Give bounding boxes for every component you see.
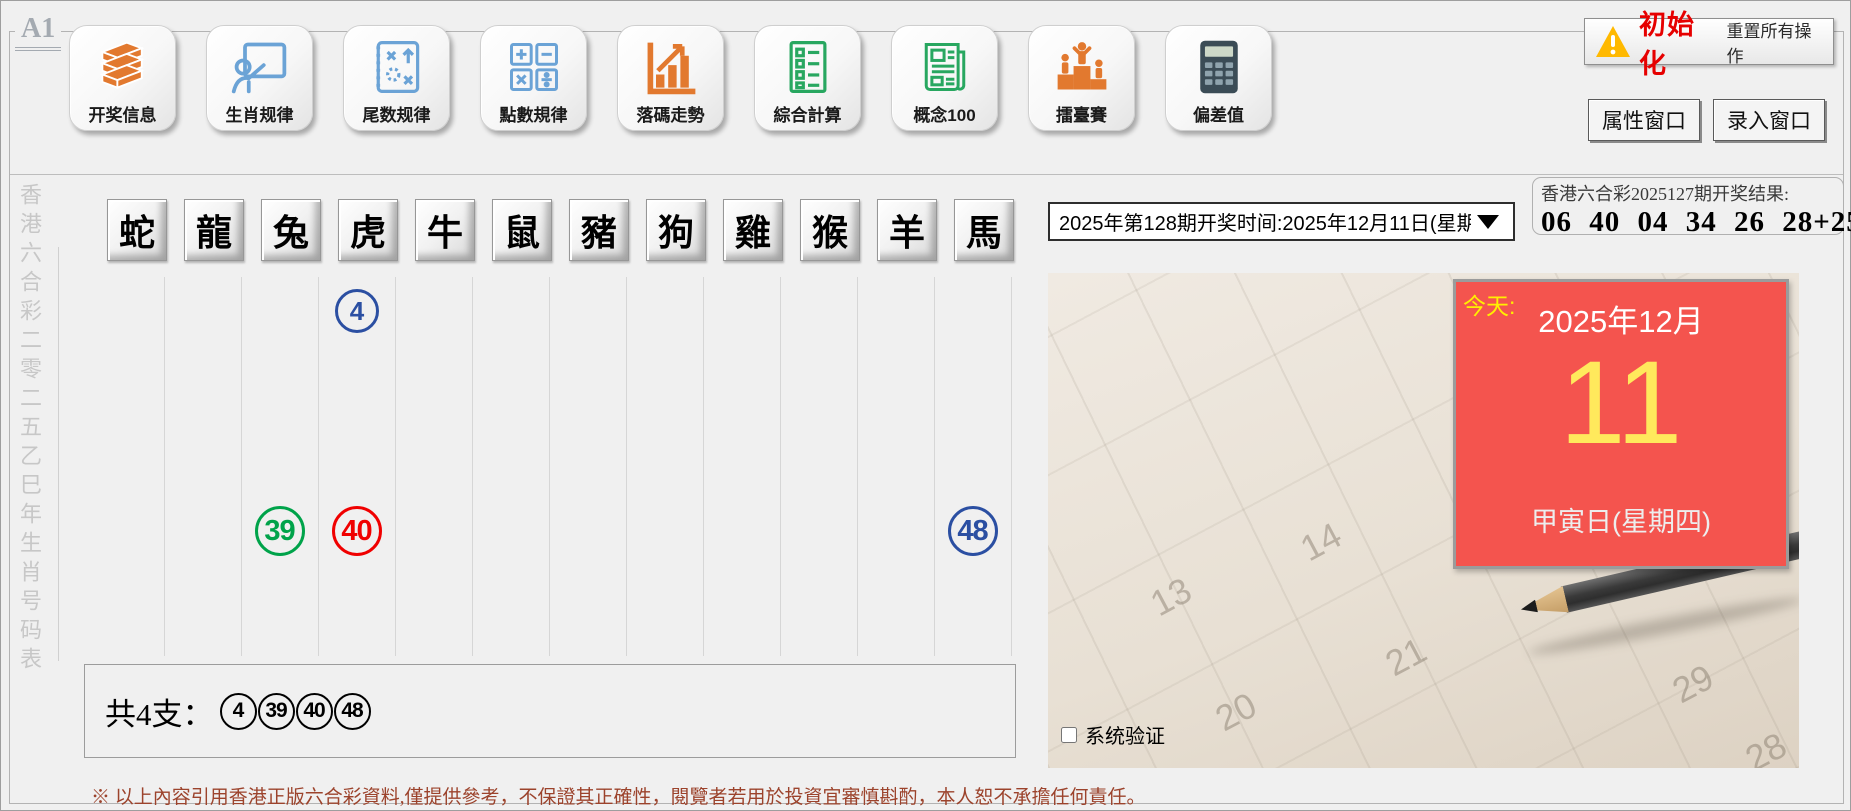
zodiac-button-monkey[interactable]: 猴 <box>800 199 860 261</box>
grid-mark-3: 48 <box>947 506 998 556</box>
calendar-faint-number: 21 <box>1378 629 1434 685</box>
initialize-button[interactable]: 初始化 重置所有操作 <box>1584 10 1834 79</box>
toolbar-button-label: 开奖信息 <box>88 106 157 125</box>
toolbar-button-zodiac-rules[interactable]: 生肖规律 <box>206 25 313 131</box>
toolbar-button-label: 點數規律 <box>499 106 568 125</box>
zodiac-button-ox[interactable]: 牛 <box>415 199 475 261</box>
strategy-icon <box>365 35 429 99</box>
latest-result-box: 香港六合彩2025127期开奖结果: 06 40 04 34 26 28+25 <box>1532 177 1851 238</box>
today-calendar-card: 今天: 2025年12月 11 甲寅日(星期四) <box>1453 279 1789 569</box>
disclaimer-text: ※ 以上內容引用香港正版六合彩資料,僅提供參考，不保證其正確性，閱覽者若用於投資… <box>91 787 1146 808</box>
toolbar-button-tail-rules[interactable]: 尾数规律 <box>343 25 450 131</box>
entry-window-button[interactable]: 录入窗口 <box>1713 99 1825 141</box>
zodiac-button-goat[interactable]: 羊 <box>877 199 937 261</box>
zodiac-button-rat[interactable]: 鼠 <box>492 199 552 261</box>
calendar-faint-number: 13 <box>1143 569 1199 625</box>
latest-result-numbers: 06 40 04 34 26 28+25 <box>1541 206 1851 238</box>
toolbar-separator <box>10 174 1843 175</box>
checklist-icon <box>776 35 840 99</box>
zodiac-button-rooster[interactable]: 雞 <box>723 199 783 261</box>
newspaper-icon <box>913 35 977 99</box>
toolbar-button-label: 綜合計算 <box>773 106 842 125</box>
toolbar-button-points-rules[interactable]: 點數規律 <box>480 25 587 131</box>
math-operations-icon <box>502 35 566 99</box>
property-window-button[interactable]: 属性窗口 <box>1588 99 1700 141</box>
calendar-faint-number: 28 <box>1738 724 1794 768</box>
calendar-faint-number: 29 <box>1665 656 1721 712</box>
content-left-border <box>58 247 59 661</box>
summary-number: 40 <box>295 692 333 730</box>
summary-number: 39 <box>257 692 295 730</box>
summary-number: 48 <box>333 692 371 730</box>
zodiac-button-rabbit[interactable]: 兔 <box>261 199 321 261</box>
calendar-faint-number: 14 <box>1293 514 1349 570</box>
latest-result-title: 香港六合彩2025127期开奖结果: <box>1541 184 1789 204</box>
calculator-icon <box>1187 35 1251 99</box>
zodiac-row: 蛇 龍 兔 虎 牛 鼠 豬 狗 雞 猴 羊 馬 <box>107 199 1014 261</box>
summary-label: 共4支： <box>105 696 214 732</box>
zodiac-button-pig[interactable]: 豬 <box>569 199 629 261</box>
calendar-day-info: 甲寅日(星期四) <box>1531 507 1711 537</box>
zodiac-button-snake[interactable]: 蛇 <box>107 199 167 261</box>
chevron-down-icon <box>1477 214 1499 229</box>
grid-mark-2: 40 <box>331 506 382 556</box>
summary-number: 4 <box>219 692 257 730</box>
left-vertical-caption: 香港六合彩二零二五乙巳年生肖号码表 <box>17 183 42 676</box>
calendar-day: 11 <box>1559 337 1683 469</box>
calendar-photo-panel: 13201421232928 今天: 2025年12月 11 甲寅日(星期四) … <box>1048 273 1799 768</box>
system-verify-label: 系统验证 <box>1085 726 1165 748</box>
zodiac-button-horse[interactable]: 馬 <box>954 199 1014 261</box>
initialize-label: 初始化 <box>1639 9 1695 79</box>
toolbar-button-label: 尾数规律 <box>362 106 431 125</box>
toolbar-button-label: 落碼走勢 <box>636 106 705 125</box>
system-verify-row: 系统验证 <box>1061 720 1165 749</box>
toolbar-button-deviation[interactable]: 偏差值 <box>1165 25 1272 131</box>
grid-mark-0: 4 <box>334 289 379 333</box>
toolbar-button-label: 偏差值 <box>1193 106 1244 125</box>
bar-chart-icon <box>639 35 703 99</box>
toolbar-button-comprehensive-calc[interactable]: 綜合計算 <box>754 25 861 131</box>
zodiac-number-grid <box>88 277 1013 656</box>
app-window: A1 开奖信息 生肖规律 尾数规律 點數規律 落碼走勢 綜合計算 概念100 擂… <box>0 0 1851 811</box>
zodiac-button-tiger[interactable]: 虎 <box>338 199 398 261</box>
toolbar-button-arena[interactable]: 擂臺賽 <box>1028 25 1135 131</box>
person-whiteboard-icon <box>228 35 292 99</box>
grid-mark-1: 39 <box>254 506 305 556</box>
toolbar-button-label: 擂臺賽 <box>1056 106 1107 125</box>
podium-icon <box>1050 35 1114 99</box>
toolbar-button-label: 生肖规律 <box>225 106 294 125</box>
warning-icon <box>1595 25 1631 59</box>
frame-caption: A1 <box>15 13 62 51</box>
period-dropdown[interactable]: 2025年第128期开奖时间:2025年12月11日(星期四) <box>1048 202 1515 241</box>
initialize-sublabel: 重置所有操作 <box>1726 21 1812 66</box>
toolbar-button-concept-100[interactable]: 概念100 <box>891 25 998 131</box>
zodiac-button-dog[interactable]: 狗 <box>646 199 706 261</box>
toolbar-button-lottery-info[interactable]: 开奖信息 <box>69 25 176 131</box>
calendar-faint-number: 20 <box>1208 684 1264 740</box>
summary-box: 共4支： 4 39 40 48 <box>84 664 1016 758</box>
calendar-month: 2025年12月 <box>1538 304 1704 339</box>
period-dropdown-value: 2025年第128期开奖时间:2025年12月11日(星期四) <box>1059 213 1471 235</box>
books-icon <box>91 35 155 99</box>
toolbar: 开奖信息 生肖规律 尾数规律 點數規律 落碼走勢 綜合計算 概念100 擂臺賽 … <box>69 25 1272 131</box>
zodiac-button-dragon[interactable]: 龍 <box>184 199 244 261</box>
toolbar-button-label: 概念100 <box>913 106 976 125</box>
system-verify-checkbox[interactable] <box>1061 726 1077 743</box>
toolbar-button-trend[interactable]: 落碼走勢 <box>617 25 724 131</box>
